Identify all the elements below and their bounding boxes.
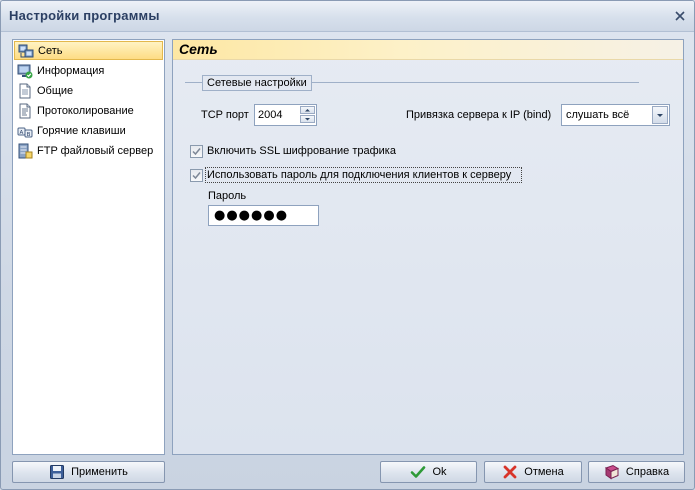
- bind-select[interactable]: слушать всё: [561, 104, 670, 126]
- cancel-button-label: Отмена: [524, 466, 564, 478]
- use-password-checkbox[interactable]: [190, 169, 203, 182]
- svg-text:A: A: [20, 129, 24, 135]
- checkmark-icon: [192, 172, 201, 180]
- checkmark-icon: [192, 148, 201, 156]
- save-disk-icon: [50, 465, 65, 479]
- sidebar-item-label: Сеть: [38, 44, 63, 57]
- cancel-x-icon: [503, 465, 517, 479]
- settings-nav-list: Сеть Информация Общие Протоколирование A…: [12, 39, 165, 455]
- apply-button[interactable]: Применить: [12, 461, 165, 483]
- info-monitor-icon: [17, 64, 33, 78]
- sidebar-item-general[interactable]: Общие: [14, 81, 163, 100]
- network-icon: [18, 44, 34, 57]
- sidebar-item-network[interactable]: Сеть: [14, 41, 163, 60]
- bind-selected-value: слушать всё: [566, 109, 630, 121]
- sidebar-item-label: Информация: [37, 64, 105, 77]
- sidebar-item-info[interactable]: Информация: [14, 61, 163, 80]
- arrow-up-icon: [305, 109, 310, 112]
- tcp-port-label: TCP порт: [201, 109, 249, 121]
- password-value: ●●●●●●: [214, 208, 289, 223]
- sidebar-item-label: Общие: [37, 84, 74, 97]
- panel-header: Сеть: [173, 40, 683, 60]
- help-button-label: Справка: [625, 466, 670, 478]
- ssl-checkbox[interactable]: [190, 145, 203, 158]
- ok-button-label: Ok: [432, 466, 447, 478]
- ok-button[interactable]: Ok: [380, 461, 477, 483]
- arrow-down-icon: [305, 118, 310, 121]
- password-label: Пароль: [208, 190, 247, 202]
- log-icon: [19, 103, 31, 118]
- sidebar-item-label: Горячие клавиши: [37, 124, 126, 137]
- close-button[interactable]: [672, 8, 688, 24]
- hotkeys-icon: A B: [17, 127, 33, 137]
- settings-window: Настройки программы Сеть Информация Общи…: [0, 0, 695, 490]
- window-title: Настройки программы: [9, 8, 160, 23]
- sidebar-item-hotkeys[interactable]: A B Горячие клавиши: [14, 121, 163, 140]
- bind-dropdown-button[interactable]: [652, 106, 668, 124]
- stepper-down-button[interactable]: [300, 115, 315, 123]
- title-bar: Настройки программы: [1, 1, 694, 32]
- password-field[interactable]: ●●●●●●: [208, 205, 319, 226]
- close-icon: [675, 11, 685, 21]
- stepper-up-button[interactable]: [300, 106, 315, 114]
- help-button[interactable]: Справка: [588, 461, 685, 483]
- checkmark-icon: [411, 466, 426, 478]
- group-title: Сетевые настройки: [202, 75, 312, 91]
- sidebar-item-ftp[interactable]: FTP файловый сервер: [14, 141, 163, 160]
- use-password-label[interactable]: Использовать пароль для подключения клие…: [207, 169, 511, 181]
- sidebar-item-label: FTP файловый сервер: [37, 144, 154, 157]
- stepper-buttons: [300, 106, 315, 124]
- sidebar-item-label: Протоколирование: [37, 104, 134, 117]
- apply-button-label: Применить: [71, 466, 128, 478]
- help-book-icon: [604, 464, 620, 480]
- settings-panel: Сеть Сетевые настройки TCP порт 2004 При…: [172, 39, 684, 455]
- chevron-down-icon: [657, 114, 663, 117]
- tcp-port-value: 2004: [258, 109, 283, 121]
- sidebar-item-logging[interactable]: Протоколирование: [14, 101, 163, 120]
- bind-label: Привязка сервера к IP (bind): [406, 109, 552, 121]
- ftp-server-icon: [18, 143, 33, 158]
- panel-title: Сеть: [179, 41, 218, 57]
- svg-text:B: B: [27, 131, 31, 137]
- tcp-port-stepper[interactable]: 2004: [254, 104, 317, 126]
- cancel-button[interactable]: Отмена: [484, 461, 582, 483]
- document-icon: [19, 83, 31, 98]
- ssl-label[interactable]: Включить SSL шифрование трафика: [207, 145, 396, 157]
